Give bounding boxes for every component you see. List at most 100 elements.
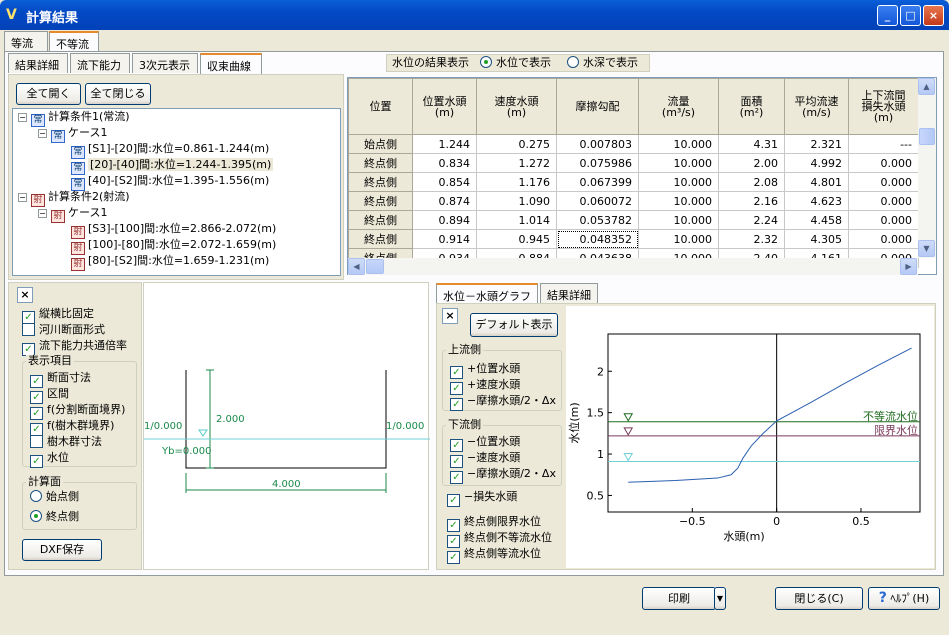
- row-header-cell[interactable]: 終点側: [348, 172, 413, 192]
- table-cell[interactable]: 0.000: [848, 191, 919, 211]
- tree-node-case1[interactable]: 射ケース1: [51, 205, 107, 223]
- expand-all-button[interactable]: 全て開く: [16, 83, 81, 105]
- row-header-cell[interactable]: 終点側: [348, 191, 413, 211]
- tree-node-condition2[interactable]: 射計算条件2(射流): [31, 189, 130, 207]
- radio-end-side[interactable]: 終点側: [30, 510, 79, 524]
- default-view-button[interactable]: デフォルト表示: [470, 313, 558, 337]
- row-header-cell[interactable]: 終点側: [348, 210, 413, 230]
- tab-graph-details[interactable]: 結果詳細: [540, 283, 598, 303]
- table-cell[interactable]: 0.048352: [556, 229, 639, 249]
- table-cell[interactable]: 0.053782: [556, 210, 639, 230]
- tree-node-section[interactable]: 射 [100]-[80]間:水位=2.072-1.659(m): [71, 237, 276, 255]
- table-cell[interactable]: 0.000: [848, 153, 919, 173]
- column-header[interactable]: 位置水頭 (m): [412, 78, 477, 135]
- table-vertical-scrollbar[interactable]: [918, 78, 936, 258]
- tree-expander[interactable]: −: [38, 129, 47, 138]
- table-cell[interactable]: 0.000: [848, 229, 919, 249]
- table-cell[interactable]: 2.00: [718, 153, 785, 173]
- table-row[interactable]: 終点側 0.874 1.090 0.060072 10.000 2.16 4.623 0.00…: [348, 191, 919, 211]
- table-row[interactable]: 終点側 0.834 1.272 0.075986 10.000 2.00 4.992 0.00…: [348, 153, 919, 173]
- table-cell[interactable]: 4.31: [718, 134, 785, 154]
- table-cell[interactable]: 0.075986: [556, 153, 639, 173]
- tree-node-condition1[interactable]: 常計算条件1(常流): [31, 109, 130, 127]
- tree-node-section-selected[interactable]: 常 [20]-[40]間:水位=1.244-1.395(m): [71, 157, 274, 175]
- checkbox-loss-head[interactable]: ✓ −損失水頭: [447, 490, 517, 507]
- table-cell[interactable]: 0.874: [412, 191, 477, 211]
- checkbox-up-velocity-head[interactable]: ✓ +速度水頭: [450, 378, 520, 395]
- checkbox-water-level[interactable]: ✓ 水位: [30, 451, 69, 468]
- checkbox-down-velocity-head[interactable]: ✓ −速度水頭: [450, 451, 520, 468]
- checkbox-down-friction-head[interactable]: ✓ −摩擦水頭/2・Δx: [450, 467, 556, 484]
- table-horizontal-scroll-thumb[interactable]: [366, 259, 384, 274]
- dxf-save-button[interactable]: DXF保存: [22, 539, 102, 561]
- table-cell[interactable]: 10.000: [638, 229, 719, 249]
- tree-node-section[interactable]: 常 [40]-[S2]間:水位=1.395-1.556(m): [71, 173, 269, 191]
- column-header[interactable]: 速度水頭 (m): [476, 78, 557, 135]
- minimize-button[interactable]: _: [877, 5, 898, 26]
- tree-node-section[interactable]: 常 [S1]-[20]間:水位=0.861-1.244(m): [71, 141, 269, 159]
- print-button[interactable]: 印刷: [642, 587, 716, 610]
- close-options-button[interactable]: ×: [17, 287, 33, 303]
- table-horizontal-scrollbar[interactable]: [348, 258, 918, 275]
- column-header[interactable]: 流量 (m³/s): [638, 78, 719, 135]
- radio-start-side[interactable]: 始点側: [30, 490, 79, 504]
- row-header-cell[interactable]: 終点側: [348, 229, 413, 249]
- table-cell[interactable]: 4.458: [784, 210, 849, 230]
- checkbox-end-critical-level[interactable]: ✓ 終点側限界水位: [447, 515, 541, 532]
- row-header-cell[interactable]: 終点側: [348, 153, 413, 173]
- table-cell[interactable]: 2.24: [718, 210, 785, 230]
- table-cell[interactable]: 0.834: [412, 153, 477, 173]
- tab-nonuniform-flow[interactable]: 不等流: [49, 31, 99, 52]
- table-cell[interactable]: 2.321: [784, 134, 849, 154]
- checkbox-tree-boundary[interactable]: ✓ f(樹木群境界): [30, 419, 114, 436]
- table-cell[interactable]: 2.16: [718, 191, 785, 211]
- table-cell[interactable]: 0.007803: [556, 134, 639, 154]
- checkbox-down-position-head[interactable]: ✓ −位置水頭: [450, 435, 520, 452]
- checkbox-end-nonuniform-level[interactable]: ✓ 終点側不等流水位: [447, 531, 552, 548]
- table-cell[interactable]: 4.305: [784, 229, 849, 249]
- table-cell[interactable]: ---: [848, 134, 919, 154]
- checkbox-segment[interactable]: ✓ 区間: [30, 387, 69, 404]
- column-header[interactable]: 摩擦勾配: [556, 78, 639, 135]
- scroll-down-button[interactable]: ▼: [918, 240, 935, 257]
- column-header[interactable]: 位置: [348, 78, 413, 135]
- tree-node-section[interactable]: 射 [80]-[S2]間:水位=1.659-1.231(m): [71, 253, 269, 271]
- table-cell[interactable]: 1.090: [476, 191, 557, 211]
- checkbox-fixed-aspect[interactable]: ✓ 縦横比固定: [22, 307, 94, 324]
- table-cell[interactable]: 4.992: [784, 153, 849, 173]
- table-cell[interactable]: 1.244: [412, 134, 477, 154]
- checkbox-section-dims[interactable]: ✓ 断面寸法: [30, 371, 91, 388]
- collapse-all-button[interactable]: 全て閉じる: [85, 83, 151, 105]
- table-cell[interactable]: 10.000: [638, 134, 719, 154]
- table-cell[interactable]: 0.000: [848, 172, 919, 192]
- table-cell[interactable]: 2.08: [718, 172, 785, 192]
- tree-expander[interactable]: −: [38, 209, 47, 218]
- table-cell[interactable]: 10.000: [638, 210, 719, 230]
- table-cell[interactable]: 0.894: [412, 210, 477, 230]
- table-row[interactable]: 始点側 1.244 0.275 0.007803 10.000 4.31 2.321 ---: [348, 134, 919, 154]
- table-cell[interactable]: 1.014: [476, 210, 557, 230]
- table-cell[interactable]: 0.914: [412, 229, 477, 249]
- checkbox-up-friction-head[interactable]: ✓ −摩擦水頭/2・Δx: [450, 394, 556, 411]
- table-cell[interactable]: 0.275: [476, 134, 557, 154]
- table-cell[interactable]: 0.060072: [556, 191, 639, 211]
- table-cell[interactable]: 0.067399: [556, 172, 639, 192]
- checkbox-tree-dims[interactable]: 樹木群寸法: [30, 435, 102, 449]
- maximize-button[interactable]: □: [900, 5, 921, 26]
- checkbox-split-boundary[interactable]: ✓ f(分割断面境界): [30, 403, 125, 420]
- row-header-cell[interactable]: 始点側: [348, 134, 413, 154]
- checkbox-up-position-head[interactable]: ✓ +位置水頭: [450, 362, 520, 379]
- table-row[interactable]: 終点側 0.914 0.945 0.048352 10.000 2.32 4.305 0.00…: [348, 229, 919, 249]
- tab-flow-capacity[interactable]: 流下能力: [70, 53, 130, 73]
- close-window-button[interactable]: ×: [923, 5, 944, 26]
- checkbox-end-uniform-level[interactable]: ✓ 終点側等流水位: [447, 547, 541, 564]
- checkbox-river-section[interactable]: 河川断面形式: [22, 323, 105, 337]
- tree-expander[interactable]: −: [18, 113, 27, 122]
- table-cell[interactable]: 2.32: [718, 229, 785, 249]
- table-cell[interactable]: 1.272: [476, 153, 557, 173]
- scroll-right-button[interactable]: ▶: [900, 258, 917, 275]
- scroll-left-button[interactable]: ◀: [348, 258, 365, 275]
- print-dropdown-arrow[interactable]: ▼: [714, 587, 726, 610]
- tab-3d-view[interactable]: 3次元表示: [132, 53, 198, 73]
- table-cell[interactable]: 4.623: [784, 191, 849, 211]
